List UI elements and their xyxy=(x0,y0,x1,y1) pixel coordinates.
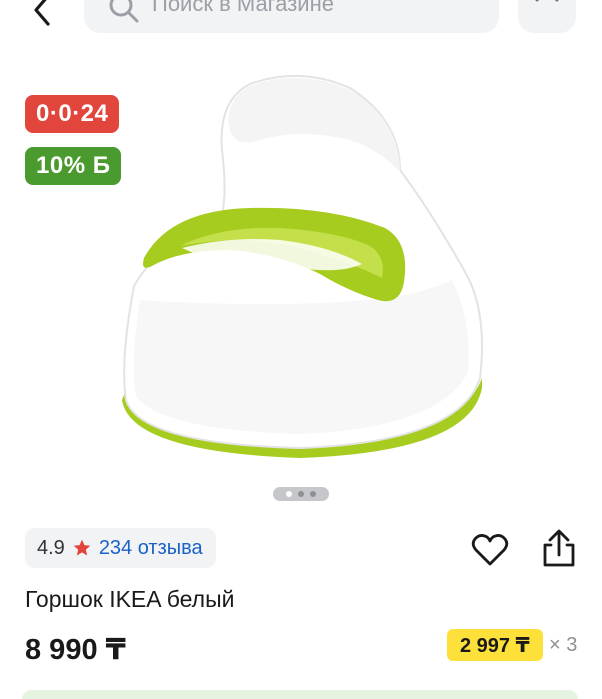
heart-icon xyxy=(471,534,509,566)
top-bar xyxy=(0,0,602,36)
close-button[interactable] xyxy=(518,0,576,33)
share-button[interactable] xyxy=(538,527,580,571)
bottom-banner[interactable] xyxy=(22,690,578,699)
product-image[interactable] xyxy=(100,60,500,480)
bonus-badge: 10% Б xyxy=(25,147,122,185)
back-button[interactable] xyxy=(22,0,62,30)
search-input[interactable] xyxy=(152,0,482,22)
share-icon xyxy=(543,529,575,567)
installment-payment[interactable]: 2 997 ₸ xyxy=(447,629,543,661)
rating-value: 4.9 xyxy=(37,536,65,559)
gallery-pager[interactable] xyxy=(273,487,329,501)
product-page: 0·0·24 10% Б 4.9 234 отзыва Горшок IKEA … xyxy=(0,0,602,699)
pager-dot[interactable] xyxy=(286,491,292,497)
pager-dot[interactable] xyxy=(310,491,316,497)
search-box[interactable] xyxy=(84,0,499,33)
favorite-button[interactable] xyxy=(470,530,510,570)
product-title: Горшок IKEA белый xyxy=(25,586,235,612)
reviews-link[interactable]: 234 отзыва xyxy=(99,537,203,560)
pager-dot[interactable] xyxy=(298,491,304,497)
product-price: 8 990 ₸ xyxy=(25,634,126,666)
rating-chip[interactable]: 4.9 234 отзыва xyxy=(25,528,216,568)
chevron-left-icon xyxy=(34,0,50,26)
installment-badge: 0·0·24 xyxy=(25,95,120,133)
installment-multiplier: × 3 xyxy=(549,634,578,656)
close-icon xyxy=(535,0,559,2)
star-icon xyxy=(73,539,91,556)
search-icon xyxy=(109,0,139,23)
